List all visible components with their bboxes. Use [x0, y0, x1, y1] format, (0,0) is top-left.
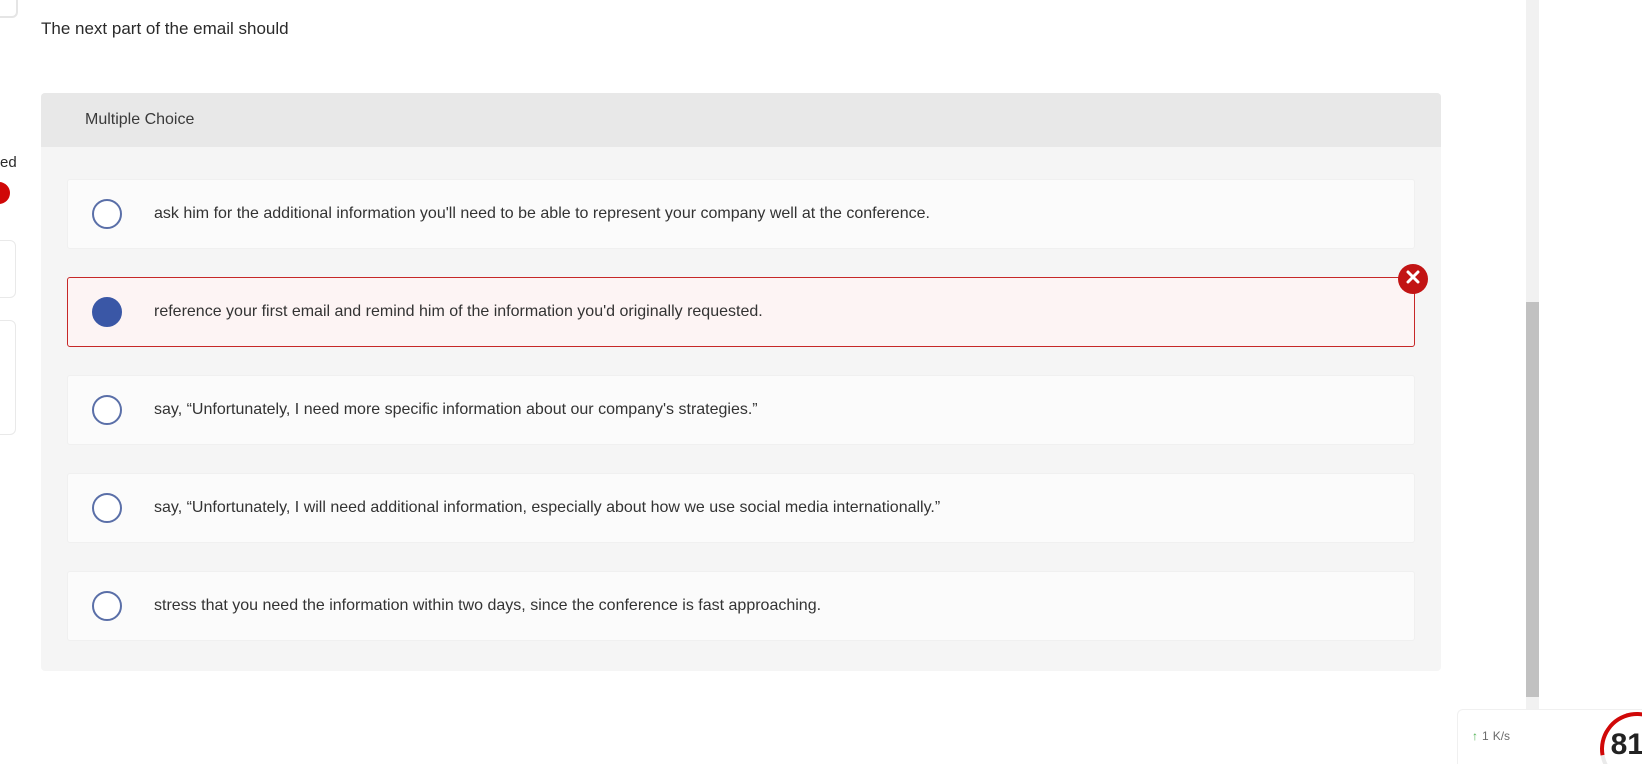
option-text: say, “Unfortunately, I need more specifi… [154, 401, 758, 419]
radio-unchecked-icon[interactable] [92, 493, 122, 523]
cropped-box-fragment [0, 0, 18, 18]
option-row[interactable]: ask him for the additional information y… [67, 179, 1415, 249]
progress-value: 81 [1611, 728, 1642, 762]
option-text: reference your first email and remind hi… [154, 303, 763, 321]
arrow-up-icon: ↑ [1472, 730, 1478, 743]
radio-unchecked-icon[interactable] [92, 199, 122, 229]
network-speed-overlay: ↑ 1 K/s 81 [1457, 709, 1642, 764]
options-container: ask him for the additional information y… [41, 147, 1441, 641]
upload-speed: ↑ 1 K/s [1472, 730, 1510, 743]
multiple-choice-header: Multiple Choice [41, 93, 1441, 147]
close-icon [1406, 270, 1420, 289]
scrollbar-thumb[interactable] [1526, 302, 1539, 697]
speed-value: 1 [1482, 730, 1489, 743]
radio-unchecked-icon[interactable] [92, 591, 122, 621]
cropped-panel-fragment-2 [0, 320, 16, 435]
radio-unchecked-icon[interactable] [92, 395, 122, 425]
speed-unit: K/s [1493, 730, 1510, 743]
scrollbar-track[interactable] [1526, 0, 1539, 764]
option-text: ask him for the additional information y… [154, 205, 930, 223]
page-root: ed The next part of the email should Mul… [0, 0, 1642, 764]
cropped-text-fragment: ed [0, 154, 17, 171]
option-row[interactable]: stress that you need the information wit… [67, 571, 1415, 641]
cropped-red-indicator [0, 182, 10, 204]
question-text: The next part of the email should [41, 19, 289, 39]
multiple-choice-panel: Multiple Choice ask him for the addition… [41, 93, 1441, 671]
cropped-panel-fragment-1 [0, 240, 16, 298]
option-text: stress that you need the information wit… [154, 597, 821, 615]
radio-checked-icon[interactable] [92, 297, 122, 327]
option-text: say, “Unfortunately, I will need additio… [154, 499, 940, 517]
option-row-selected-incorrect[interactable]: reference your first email and remind hi… [67, 277, 1415, 347]
option-row[interactable]: say, “Unfortunately, I need more specifi… [67, 375, 1415, 445]
option-row[interactable]: say, “Unfortunately, I will need additio… [67, 473, 1415, 543]
incorrect-badge [1398, 264, 1428, 294]
